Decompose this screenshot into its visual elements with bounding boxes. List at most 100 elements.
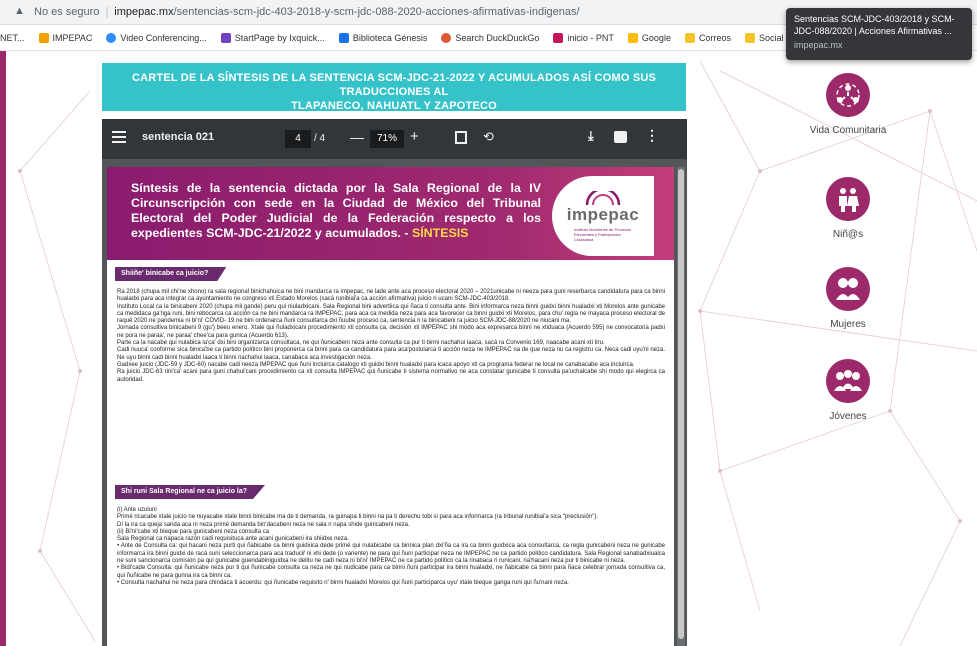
bookmark-favicon-icon <box>338 32 349 43</box>
section-dot <box>264 489 266 494</box>
women-glyph <box>836 278 860 300</box>
pdf-title: sentencia 021 <box>142 131 215 143</box>
warning-icon: ▲ <box>14 5 25 17</box>
category-mujeres[interactable]: Mujeres <box>793 267 903 331</box>
bookmark-item[interactable]: Correos <box>684 32 731 43</box>
children-glyph <box>839 188 859 212</box>
zoom-out-button[interactable]: — <box>350 129 364 145</box>
bookmark-item[interactable]: inicio - PNT <box>553 32 614 43</box>
tooltip-domain: impepac.mx <box>794 40 843 50</box>
logo-name: impepac <box>566 204 640 224</box>
bookmark-item[interactable]: Biblioteca Génesis <box>338 32 428 43</box>
category-label: Jóvenes <box>829 411 867 422</box>
paragraph: Sala Regional ca napaca razón cadi requi… <box>117 536 349 543</box>
bookmark-favicon-icon <box>627 32 638 43</box>
bookmark-item[interactable]: StartPage by Ixquick... <box>220 32 325 43</box>
pdf-scrollbar[interactable] <box>677 167 685 646</box>
paragraph: Dí la ira ca queja sanda aca ni neza pri… <box>117 521 410 528</box>
url-host: impepac.mx <box>114 6 174 18</box>
bookmark-label: Biblioteca Génesis <box>352 32 428 43</box>
impepac-logo: impepac Instituto Morelense de Procesos … <box>552 176 654 256</box>
paragraph: Gadxee juicio (JDC-59 y JDC-60) nacabe c… <box>117 361 635 368</box>
tab-tooltip: Sentencias SCM-JDC-403/2018 y SCM-JDC-08… <box>786 8 972 60</box>
section-dot <box>225 271 227 276</box>
bookmark-favicon-icon <box>441 32 452 43</box>
bookmark-item[interactable]: Google <box>627 32 671 43</box>
category-label: Vida Comunitaria <box>809 125 887 136</box>
tooltip-title: Sentencias SCM-JDC-403/2018 y SCM-JDC-08… <box>794 14 955 36</box>
banner-line2: TLAPANECO, NAHUATL Y ZAPOTECO <box>291 100 497 112</box>
document-header-text: Síntesis de la sentencia dictada por la … <box>131 181 541 241</box>
paragraph: Instituto Local ca la binicabeni 2020 (c… <box>117 303 665 325</box>
scrollbar-thumb[interactable] <box>678 169 684 639</box>
logo-subtitle: Instituto Morelense de Procesos Electora… <box>574 226 632 242</box>
section-heading-label: Shiiñe' binicabe ca juicio? <box>121 270 209 277</box>
bookmark-favicon-icon <box>38 32 49 43</box>
folder-icon <box>744 32 755 43</box>
bookmark-label: Correos <box>698 32 731 43</box>
folder-icon <box>684 32 695 43</box>
category-ninos[interactable]: Niñ@s <box>793 177 903 241</box>
bookmark-favicon-icon <box>106 32 117 43</box>
paragraph: Cadi nuuca' conforme sica binica'be ca p… <box>117 347 665 361</box>
paragraph: Ra juicio JDC-63 rini'ca' acani para gun… <box>117 369 665 383</box>
community-glyph <box>836 83 860 107</box>
category-label: Niñ@s <box>832 229 864 240</box>
bookmark-label: Video Conferencing... <box>120 32 207 43</box>
section1-body: Ra 2018 (chupa mil chi'ne xhono) ra sala… <box>117 289 665 384</box>
category-jovenes[interactable]: Jóvenes <box>793 359 903 423</box>
children-icon <box>826 177 870 221</box>
paragraph: Primé ricacabe xtale juicio ne nuyacabe … <box>117 514 599 521</box>
paragraph: (ii) Bi'ni'cabe xti bieque para gunicabe… <box>117 528 270 535</box>
document-header: Síntesis de la sentencia dictada por la … <box>107 167 674 260</box>
announcement-banner: CARTEL DE LA SÍNTESIS DE LA SENTENCIA SC… <box>102 63 686 112</box>
bookmark-label: NET... <box>0 32 25 43</box>
bookmark-favicon-icon <box>220 32 231 43</box>
category-vida-comunitaria[interactable]: Vida Comunitaria <box>793 73 903 137</box>
more-options-icon[interactable]: ⋮ <box>645 127 659 144</box>
menu-icon[interactable] <box>112 131 126 143</box>
zoom-input[interactable]: 71% <box>370 130 404 148</box>
paragraph: Ra 2018 (chupa mil chi'ne xhono) ra sala… <box>117 289 665 303</box>
paragraph: (i) Ante uzuluni <box>117 507 157 513</box>
pdf-page: Síntesis de la sentencia dictada por la … <box>107 167 674 646</box>
print-icon[interactable] <box>614 131 627 143</box>
women-icon <box>826 267 870 311</box>
bookmark-item[interactable]: NET... <box>0 33 25 43</box>
bookmark-label: Google <box>641 32 671 43</box>
header-text: Síntesis de la sentencia dictada por la … <box>131 181 541 240</box>
download-icon[interactable]: ⤓ <box>588 128 594 144</box>
bookmark-item[interactable]: Social <box>744 32 784 43</box>
page-left-accent <box>0 51 6 646</box>
bookmark-label: Search DuckDuckGo <box>455 32 540 43</box>
bookmark-favicon-icon <box>553 32 564 43</box>
bookmark-item[interactable]: Search DuckDuckGo <box>441 32 540 43</box>
bookmark-label: Social <box>758 32 784 43</box>
url-path: /sentencias-scm-jdc-403-2018-y-scm-jdc-0… <box>173 6 580 18</box>
paragraph: Parte ca la nacabe qui nulabica la'ca' d… <box>117 340 605 347</box>
bookmark-label: IMPEPAC <box>52 32 93 43</box>
fit-page-icon[interactable] <box>455 131 467 144</box>
community-icon <box>826 73 870 117</box>
banner-line1: CARTEL DE LA SÍNTESIS DE LA SENTENCIA SC… <box>131 72 657 98</box>
bookmark-item[interactable]: Video Conferencing... <box>106 32 207 43</box>
youth-glyph <box>834 370 862 391</box>
paragraph: • Ante de Consulta ca: qui hacani neza p… <box>117 543 665 565</box>
security-warning[interactable]: No es seguro <box>34 6 99 18</box>
paragraph: • Consulta nachahui ne neza para chindac… <box>117 579 569 586</box>
rotate-icon[interactable]: ⟲ <box>483 129 494 145</box>
header-highlight: SÍNTESIS <box>411 226 469 240</box>
zoom-in-button[interactable]: + <box>410 128 419 145</box>
web-page: CARTEL DE LA SÍNTESIS DE LA SENTENCIA SC… <box>0 51 977 646</box>
section-heading-label: Shi runi Sala Regional ne ca juicio la? <box>121 488 248 495</box>
category-label: Mujeres <box>830 319 866 330</box>
paragraph: Jornada consultiva binicabeni 9 (gu') be… <box>117 325 665 339</box>
paragraph: • Bidi'cade Consulta: qui ñunicabe neza … <box>117 565 665 579</box>
url-separator: | <box>105 6 109 18</box>
bookmark-item[interactable]: IMPEPAC <box>38 32 93 43</box>
pdf-toolbar: sentencia 021 4 / 4 — 71% + ⟲ ⤓ ⋮ <box>102 119 687 159</box>
bookmark-label: inicio - PNT <box>567 32 614 43</box>
pdf-viewer[interactable]: sentencia 021 4 / 4 — 71% + ⟲ ⤓ ⋮ Síntes… <box>102 119 687 646</box>
page-number-input[interactable]: 4 <box>285 130 311 148</box>
bookmark-label: StartPage by Ixquick... <box>234 32 325 43</box>
